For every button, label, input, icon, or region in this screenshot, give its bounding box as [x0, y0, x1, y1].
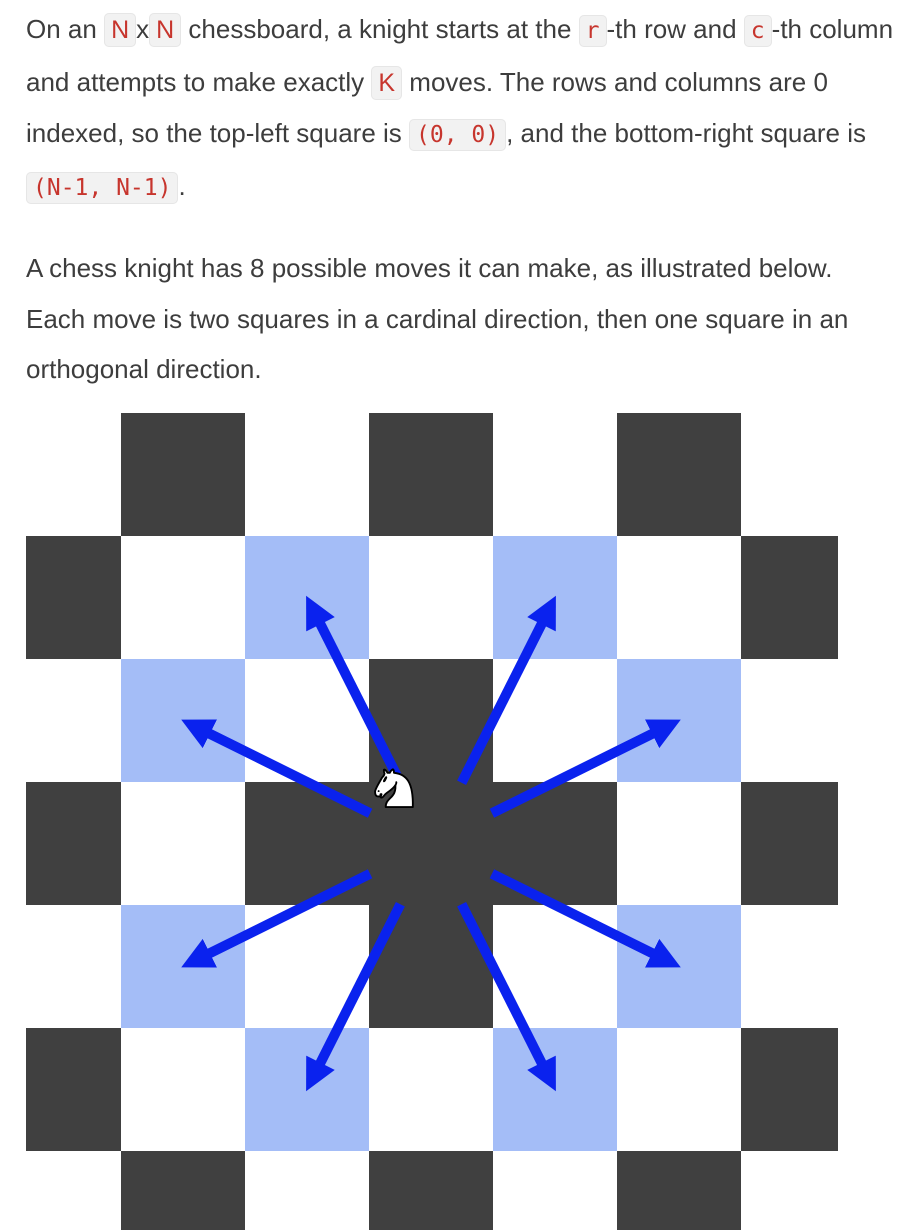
- board-square: [493, 413, 617, 536]
- board-square: [26, 1028, 121, 1151]
- target-square: [617, 659, 741, 782]
- board-square: [121, 1028, 245, 1151]
- target-square: [617, 905, 741, 1028]
- board-square: [617, 413, 741, 536]
- intro-paragraph: On an NxN chessboard, a knight starts at…: [26, 4, 896, 213]
- text-span: -th row and: [606, 14, 744, 44]
- text-span: , and the bottom-right square is: [506, 118, 866, 148]
- chessboard-svg: [26, 413, 838, 1230]
- board-square: [617, 1028, 741, 1151]
- board-square: [121, 782, 245, 905]
- board-square: [26, 413, 121, 536]
- board-square: [245, 413, 369, 536]
- inline-code-origin: (0, 0): [409, 119, 507, 151]
- board-square: [121, 536, 245, 659]
- board-square: [493, 1151, 617, 1230]
- problem-description: On an NxN chessboard, a knight starts at…: [26, 0, 896, 395]
- board-square: [369, 413, 493, 536]
- inline-code-c: c: [743, 15, 772, 47]
- knight-moves-paragraph: A chess knight has 8 possible moves it c…: [26, 253, 849, 384]
- board-square: [26, 1151, 121, 1230]
- target-square: [493, 536, 617, 659]
- target-square: [245, 536, 369, 659]
- text-span: .: [178, 170, 186, 201]
- text-span: x: [136, 14, 150, 44]
- inline-code-k: K: [371, 65, 403, 100]
- board-square: [121, 413, 245, 536]
- chessboard-diagram: [26, 413, 838, 1230]
- board-square: [741, 413, 838, 536]
- inline-code-n: N: [149, 13, 182, 47]
- text-span: On an: [26, 14, 105, 44]
- board-square: [26, 659, 121, 782]
- inline-code-r: r: [578, 15, 607, 47]
- board-square: [26, 536, 121, 659]
- board-square: [741, 782, 838, 905]
- board-square: [741, 536, 838, 659]
- target-square: [121, 905, 245, 1028]
- board-square: [741, 1151, 838, 1230]
- board-square: [617, 1151, 741, 1230]
- target-square: [121, 659, 245, 782]
- board-square: [121, 1151, 245, 1230]
- inline-code-n: N: [104, 13, 137, 47]
- target-square: [245, 1028, 369, 1151]
- board-square: [741, 659, 838, 782]
- board-square: [741, 905, 838, 1028]
- board-square: [245, 1151, 369, 1230]
- board-square: [617, 782, 741, 905]
- board-square: [369, 1151, 493, 1230]
- inline-code-end: (N-1, N-1): [26, 171, 179, 204]
- text-span: chessboard, a knight starts at the: [181, 14, 579, 44]
- board-square: [26, 905, 121, 1028]
- board-square: [617, 536, 741, 659]
- board-square: [741, 1028, 838, 1151]
- board-square: [369, 536, 493, 659]
- board-square: [369, 1028, 493, 1151]
- target-square: [493, 1028, 617, 1151]
- board-square: [26, 782, 121, 905]
- board-squares: [26, 413, 838, 1230]
